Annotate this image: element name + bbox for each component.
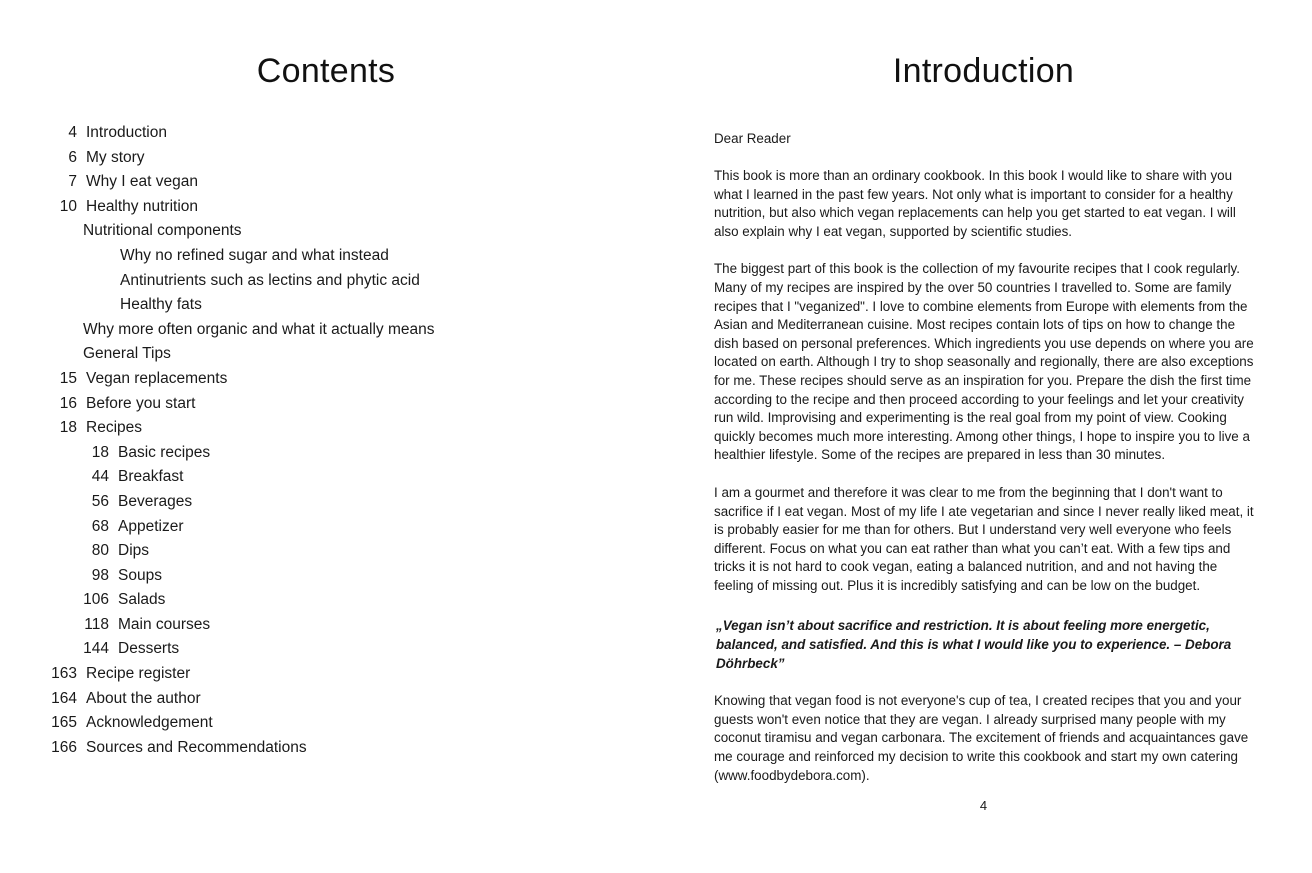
toc-entry-page-number: 164 — [51, 689, 77, 707]
toc-entry-page-number: 106 — [83, 591, 109, 609]
toc-entry-page-number: 15 — [59, 369, 77, 387]
toc-entry[interactable]: 166 Sources and Recommendations — [0, 736, 655, 761]
toc-entry-page-number: 16 — [59, 394, 77, 412]
toc-entry-page-number: 166 — [51, 738, 77, 756]
toc-entry[interactable]: Healthy fats — [0, 293, 655, 318]
toc-entry-title: Recipes — [86, 419, 142, 437]
toc-entry-page-number: 18 — [59, 419, 77, 437]
toc-entry[interactable]: 18 Basic recipes — [0, 441, 655, 466]
toc-entry[interactable]: 4 Introduction — [0, 121, 655, 146]
toc-entry-title: My story — [86, 148, 145, 166]
toc-entry-title: Recipe register — [86, 665, 191, 683]
toc-entry[interactable]: 80 Dips — [0, 539, 655, 564]
toc-entry[interactable]: 68 Appetizer — [0, 515, 655, 540]
toc-entry-page-number: 68 — [91, 517, 109, 535]
toc-entry-title: Acknowledgement — [86, 714, 213, 732]
toc-entry-title: Salads — [118, 591, 166, 609]
toc-entry[interactable]: 10 Healthy nutrition — [0, 195, 655, 220]
page-number: 4 — [979, 798, 988, 813]
toc-entry-title: Sources and Recommendations — [86, 738, 307, 756]
toc-entry-page-number: 98 — [91, 566, 109, 584]
toc-entry[interactable]: Nutritional components — [0, 219, 655, 244]
page-contents: Contents 4 Introduction 6 My story 7 Why I ea… — [0, 0, 655, 873]
toc-entry-page-number: 44 — [91, 468, 109, 486]
toc-entry-page-number: 6 — [68, 148, 77, 166]
toc-entry-title: Why more often organic and what it actua… — [83, 320, 435, 338]
toc-entry[interactable]: 106 Salads — [0, 588, 655, 613]
table-of-contents: 4 Introduction 6 My story 7 Why I eat vegan 10… — [0, 121, 655, 760]
toc-entry[interactable]: Why no refined sugar and what instead — [0, 244, 655, 269]
toc-entry[interactable]: 56 Beverages — [0, 490, 655, 515]
paragraph-1: This book is more than an ordinary cookb… — [714, 168, 1236, 239]
toc-entry-page-number: 18 — [91, 443, 109, 461]
toc-entry-title: Main courses — [118, 615, 211, 633]
toc-entry-title: Vegan replacements — [86, 369, 228, 387]
toc-entry-title: Breakfast — [118, 468, 184, 486]
toc-entry-title: About the author — [86, 689, 201, 707]
toc-entry-title: Healthy fats — [120, 296, 202, 314]
toc-entry-page-number: 118 — [84, 615, 109, 633]
toc-entry[interactable]: 118 Main courses — [0, 613, 655, 638]
paragraph-3: I am a gourmet and therefore it was clea… — [714, 484, 1254, 593]
toc-entry-page-number: 80 — [91, 542, 109, 560]
toc-entry[interactable]: 144 Desserts — [0, 637, 655, 662]
toc-entry[interactable]: 6 My story — [0, 146, 655, 171]
salutation: Dear Reader — [714, 131, 791, 146]
toc-entry[interactable]: 7 Why I eat vegan — [0, 170, 655, 195]
toc-entry-title: Appetizer — [118, 517, 184, 535]
toc-entry[interactable]: 16 Before you start — [0, 392, 655, 417]
toc-entry-title: Beverages — [118, 492, 193, 510]
page-introduction: Introduction Dear Reader This book is mo… — [655, 0, 1312, 873]
toc-entry-title: General Tips — [83, 345, 171, 363]
toc-entry[interactable]: General Tips — [0, 342, 655, 367]
toc-entry-page-number: 144 — [83, 640, 109, 658]
toc-entry-page-number: 10 — [59, 197, 77, 215]
toc-entry-title: Nutritional components — [83, 222, 242, 240]
page-title: Introduction — [892, 52, 1075, 90]
toc-entry-title: Introduction — [86, 124, 167, 141]
toc-entry-title: Before you start — [86, 394, 196, 412]
toc-entry-title: Why I eat vegan — [86, 173, 199, 191]
toc-entry-page-number: 56 — [91, 492, 109, 510]
toc-entry[interactable]: 98 Soups — [0, 564, 655, 589]
toc-entry-title: Why no refined sugar and what instead — [120, 246, 389, 264]
toc-entry-title: Desserts — [118, 640, 180, 658]
toc-entry[interactable]: 18 Recipes — [0, 416, 655, 441]
paragraph-2: The biggest part of this book is the col… — [714, 261, 1254, 463]
toc-entry-page-number: 163 — [51, 665, 77, 683]
toc-entry-title: Healthy nutrition — [86, 197, 199, 215]
toc-entry[interactable]: 165 Acknowledgement — [0, 711, 655, 736]
toc-entry[interactable]: 44 Breakfast — [0, 465, 655, 490]
toc-entry-title: Basic recipes — [118, 443, 211, 461]
introduction-body: Dear Reader This book is more than an or… — [714, 129, 1257, 785]
pull-quote: „Vegan isn’t about sacrifice and restric… — [716, 618, 1232, 671]
paragraph-4: Knowing that vegan food is not everyone'… — [714, 693, 1249, 783]
toc-entry-title: Antinutrients such as lectins and phytic… — [120, 271, 420, 289]
book-spread: Contents 4 Introduction 6 My story 7 Why I ea… — [0, 0, 1312, 873]
toc-entry[interactable]: 15 Vegan replacements — [0, 367, 655, 392]
toc-entry[interactable]: Antinutrients such as lectins and phytic… — [0, 269, 655, 294]
toc-entry-page-number: 4 — [68, 124, 77, 141]
toc-entry[interactable]: 164 About the author — [0, 687, 655, 712]
toc-entry-title: Soups — [118, 566, 162, 584]
toc-entry-title: Dips — [118, 542, 150, 560]
toc-entry-page-number: 165 — [51, 714, 77, 732]
page-title: Contents — [256, 52, 396, 90]
toc-entry-page-number: 7 — [68, 173, 77, 191]
toc-entry[interactable]: 163 Recipe register — [0, 662, 655, 687]
toc-entry[interactable]: Why more often organic and what it actua… — [0, 318, 655, 343]
